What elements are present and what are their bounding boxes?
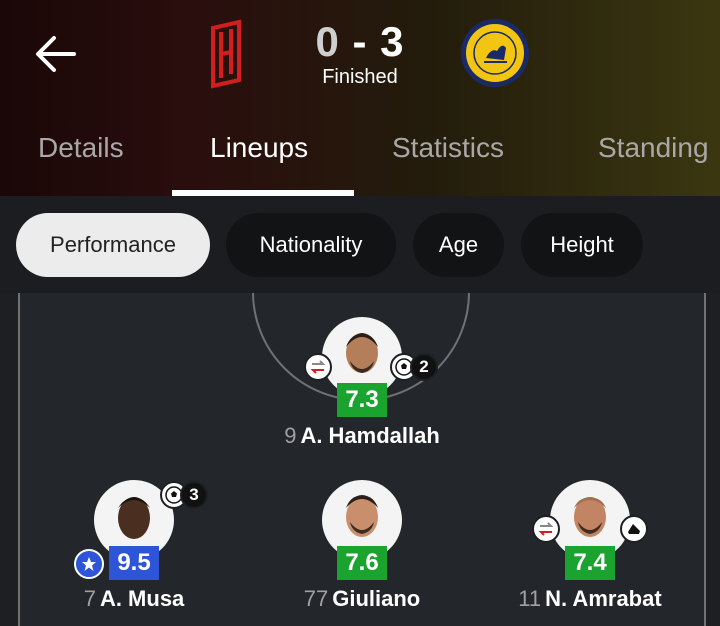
player-rating: 9.5 [109,546,159,580]
player-number: 9 [284,423,297,448]
player-rating: 7.4 [565,546,615,580]
player-name-label: 9 A. Hamdallah [262,423,462,449]
home-team-logo[interactable] [205,18,247,90]
match-status: Finished [322,66,398,88]
filter-nationality[interactable]: Nationality [226,213,396,277]
filter-age[interactable]: Age [413,213,504,277]
player-name-label: 77 Giuliano [282,586,442,612]
goal-count: 3 [180,481,208,509]
goal-count-text: 2 [419,357,429,376]
back-arrow-icon[interactable] [30,30,80,80]
tab-standings[interactable]: Standing [598,132,709,164]
player-rating: 7.6 [337,546,387,580]
goals-scored-badge: 2 [390,353,438,381]
away-score: 3 [380,18,405,65]
player-number: 7 [83,586,96,611]
goal-count-text: 3 [189,485,199,504]
match-score: 0 - 3 [300,18,420,66]
substitution-icon [304,353,332,381]
player-rating: 7.3 [337,383,387,417]
player-name: A. Musa [99,586,185,611]
tab-lineups[interactable]: Lineups [210,132,308,164]
player-name: N. Amrabat [545,586,662,611]
player-of-the-match-star-icon [74,549,104,579]
score-separator: - [352,18,368,65]
filter-chip-bar: Performance Nationality Age Height [0,196,720,293]
away-team-logo[interactable] [460,18,530,88]
assist-boot-icon [620,515,648,543]
goals-scored-badge: 3 [160,481,208,509]
player-name: Giuliano [332,586,421,611]
home-score: 0 [315,18,340,65]
filter-performance[interactable]: Performance [16,213,210,277]
tab-bar: Details Lineups Statistics Standing [0,118,720,196]
lineup-pitch: 2 7.3 9 A. Hamdallah 3 9.5 7 A. Musa 7.6… [18,293,706,626]
player-name: A. Hamdallah [300,423,440,448]
filter-height[interactable]: Height [521,213,643,277]
player-number: 77 [303,586,329,611]
tab-statistics[interactable]: Statistics [392,132,504,164]
goal-count: 2 [410,353,438,381]
player-number: 11 [518,586,542,611]
match-header: 0 - 3 Finished Details Lineups Statistic… [0,0,720,196]
substitution-icon [532,515,560,543]
tab-details[interactable]: Details [38,132,124,164]
player-name-label: 7 A. Musa [54,586,214,612]
player-name-label: 11 N. Amrabat [500,586,680,612]
